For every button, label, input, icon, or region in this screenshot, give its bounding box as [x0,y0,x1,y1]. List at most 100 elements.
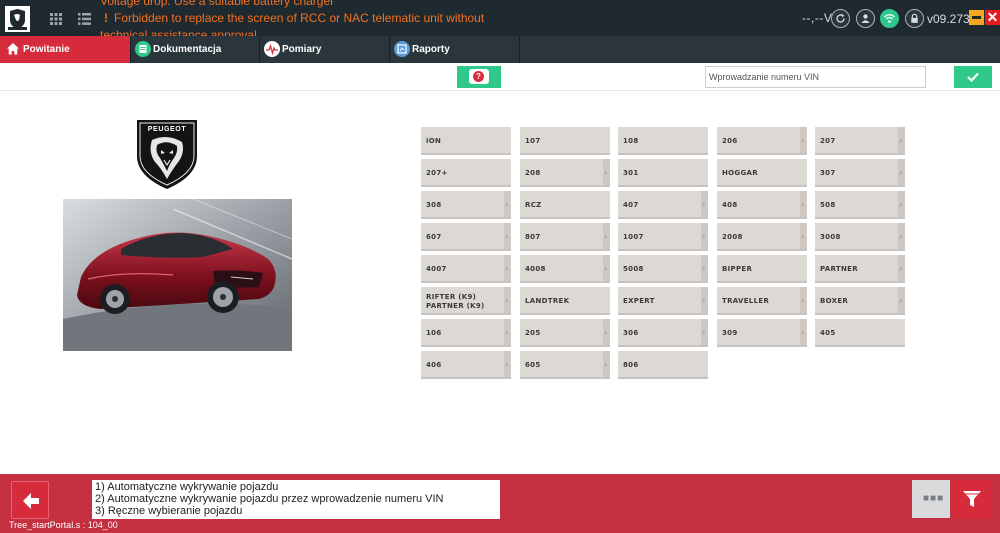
model-label: LANDTREK [525,297,570,305]
diagnostic-app-window: Voltage drop. Use a suitable battery cha… [0,0,1000,533]
tile-underline [520,313,610,315]
refresh-button[interactable] [831,9,850,28]
tile-underline [815,185,905,187]
filter-button[interactable] [953,480,991,518]
tab-powitanie[interactable]: Powitanie [0,36,131,63]
user-button[interactable] [856,9,875,28]
more-options-button[interactable]: ■■■ [912,480,950,518]
model-tile[interactable]: 107 [520,127,610,155]
arrow-left-icon [23,493,39,509]
minimize-button[interactable] [969,10,984,25]
tile-underline [618,249,708,251]
model-tile[interactable]: 2008 › [717,223,807,251]
tile-underline [815,153,905,155]
model-tile[interactable]: iON [421,127,511,155]
tab-label: Dokumentacja [153,44,222,55]
tab-pomiary[interactable]: Pomiary [260,36,390,63]
model-tile[interactable]: 106 › [421,319,511,347]
model-tile[interactable]: 806 [618,351,708,379]
model-label: iON [426,137,442,145]
model-tile[interactable]: 307 › [815,159,905,187]
model-tile[interactable]: 205 › [520,319,610,347]
model-tile[interactable]: 207 › [815,127,905,155]
model-label: 108 [623,137,639,145]
close-button[interactable]: ✕ [985,10,1000,25]
measurement-icon [264,41,280,57]
reports-icon [394,41,410,57]
model-tile[interactable]: TRAVELLER › [717,287,807,315]
lock-button[interactable] [905,9,924,28]
chevron-right-icon: › [604,168,608,177]
tile-underline [520,377,610,379]
model-tile[interactable]: 4008 › [520,255,610,283]
model-tile[interactable]: 607 › [421,223,511,251]
chevron-right-icon: › [899,296,903,305]
model-tile[interactable]: 301 [618,159,708,187]
chevron-right-icon: › [899,136,903,145]
tab-raporty[interactable]: Raporty [390,36,520,63]
vin-input[interactable] [705,66,926,88]
model-tile[interactable]: 1007 › [618,223,708,251]
tile-underline [717,217,807,219]
question-badge: ? [473,71,484,82]
model-tile[interactable]: 207+ [421,159,511,187]
grid-view-icon[interactable] [50,12,62,30]
model-tile[interactable]: BIPPER [717,255,807,283]
model-tile[interactable]: 308 › [421,191,511,219]
instruction-line: 3) Ręczne wybieranie pojazdu [95,505,243,517]
model-tile[interactable]: HOGGAR [717,159,807,187]
model-label: 4008 [525,265,546,273]
model-label: 206 [722,137,738,145]
vin-confirm-button[interactable] [954,66,992,88]
help-instructions: 1) Automatyczne wykrywanie pojazdu 2) Au… [92,480,500,519]
model-tile[interactable]: 108 [618,127,708,155]
tile-underline [717,281,807,283]
chevron-right-icon: › [702,264,706,273]
list-view-icon[interactable] [78,12,91,30]
model-tile[interactable]: BOXER › [815,287,905,315]
model-tile[interactable]: 605 › [520,351,610,379]
model-tile[interactable]: RCZ [520,191,610,219]
peugeot-logo-icon[interactable] [5,6,30,32]
auto-identify-vehicle-button[interactable]: ? [457,66,501,88]
tile-underline [618,345,708,347]
model-tile[interactable]: 4007 › [421,255,511,283]
battery-voltage-readout: --,--V [802,11,833,25]
model-label: 306 [623,329,639,337]
connection-button[interactable] [880,9,899,28]
model-tile[interactable]: 3008 › [815,223,905,251]
tile-underline [421,281,511,283]
back-button[interactable] [11,481,49,519]
model-tile[interactable]: 405 [815,319,905,347]
model-label: 309 [722,329,738,337]
tile-underline [520,249,610,251]
model-label: 301 [623,169,639,177]
tile-underline [618,217,708,219]
model-label: 205 [525,329,541,337]
warning-icon: ! [104,11,108,25]
model-tile[interactable]: 508 › [815,191,905,219]
model-tile[interactable]: 408 › [717,191,807,219]
model-tile[interactable]: 407 › [618,191,708,219]
tile-underline [815,345,905,347]
model-label: 308 [426,201,442,209]
tile-underline [520,153,610,155]
model-tile[interactable]: 309 › [717,319,807,347]
model-tile[interactable]: LANDTREK [520,287,610,315]
model-tile[interactable]: PARTNER › [815,255,905,283]
model-tile[interactable]: 5008 › [618,255,708,283]
model-tile[interactable]: 306 › [618,319,708,347]
software-version: v09.273 [927,12,970,26]
chevron-right-icon: › [604,232,608,241]
model-tile[interactable]: EXPERT › [618,287,708,315]
warning-message-text: Forbidden to replace the screen of RCC o… [114,11,485,25]
model-tile[interactable]: 208 › [520,159,610,187]
bottom-bar: 1) Automatyczne wykrywanie pojazdu 2) Au… [0,474,1000,533]
chevron-right-icon: › [505,296,509,305]
model-tile[interactable]: RIFTER (K9) PARTNER (K9) › [421,287,511,315]
tab-dokumentacja[interactable]: Dokumentacja [131,36,260,63]
model-tile[interactable]: 807 › [520,223,610,251]
model-tile[interactable]: 406 › [421,351,511,379]
model-tile[interactable]: 206 › [717,127,807,155]
chevron-right-icon: › [604,360,608,369]
